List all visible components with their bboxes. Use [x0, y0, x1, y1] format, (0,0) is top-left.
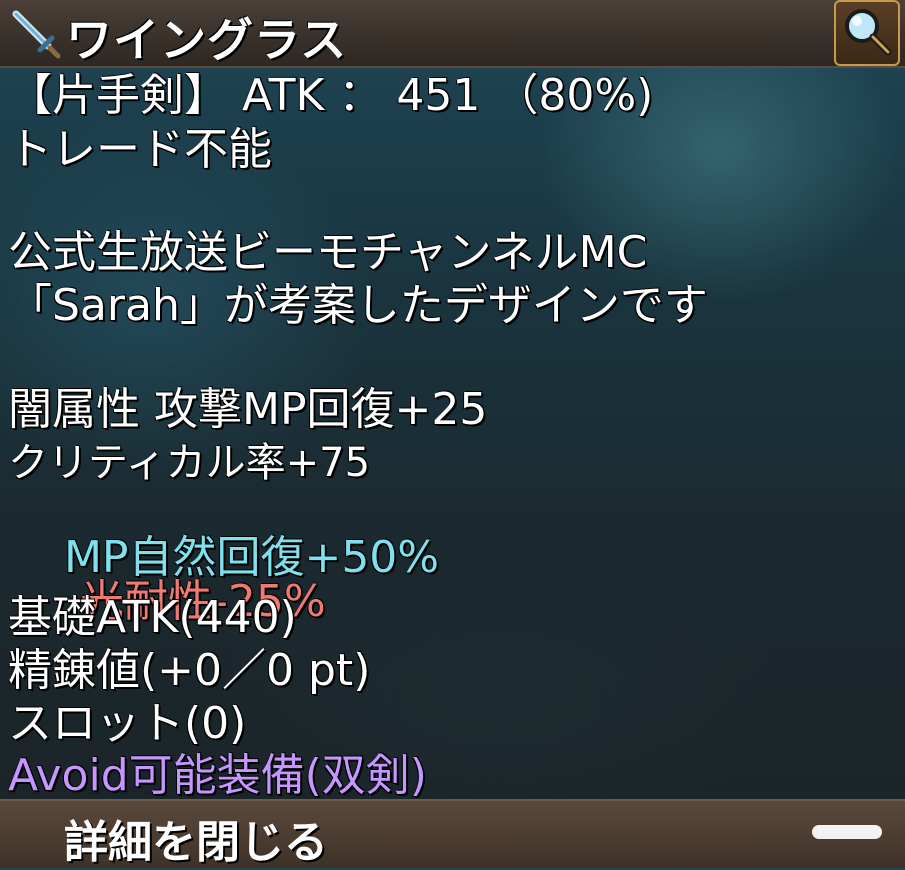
zoom-button[interactable] [834, 0, 900, 66]
stat-critical-rate: クリティカル率+75 [8, 440, 371, 486]
footer-bar: 詳細を閉じる [0, 799, 905, 868]
weapon-type-line: 【片手剣】 ATK ： 451 （80%) [8, 70, 654, 121]
item-header: ワイングラス [0, 0, 905, 68]
base-atk: 基礎ATK(440) [8, 592, 297, 643]
stat-dark-element: 闇属性 攻撃MP回復+25 [8, 384, 488, 435]
scroll-handle[interactable] [812, 825, 882, 839]
slot-count: スロット(0) [8, 698, 247, 749]
refine-value: 精錬値(+0／0 pt) [8, 645, 371, 696]
sword-icon [12, 10, 61, 59]
description-line-2: 「Sarah」が考案したデザインです [8, 280, 708, 331]
avoid-equipment: Avoid可能装備(双剣) [8, 750, 427, 801]
item-title: ワイングラス [66, 13, 348, 67]
trade-status: トレード不能 [8, 124, 272, 175]
description-line-1: 公式生放送ビーモチャンネルMC [8, 227, 648, 278]
close-details-button[interactable]: 詳細を閉じる [64, 806, 328, 870]
magnifier-icon [845, 9, 892, 56]
